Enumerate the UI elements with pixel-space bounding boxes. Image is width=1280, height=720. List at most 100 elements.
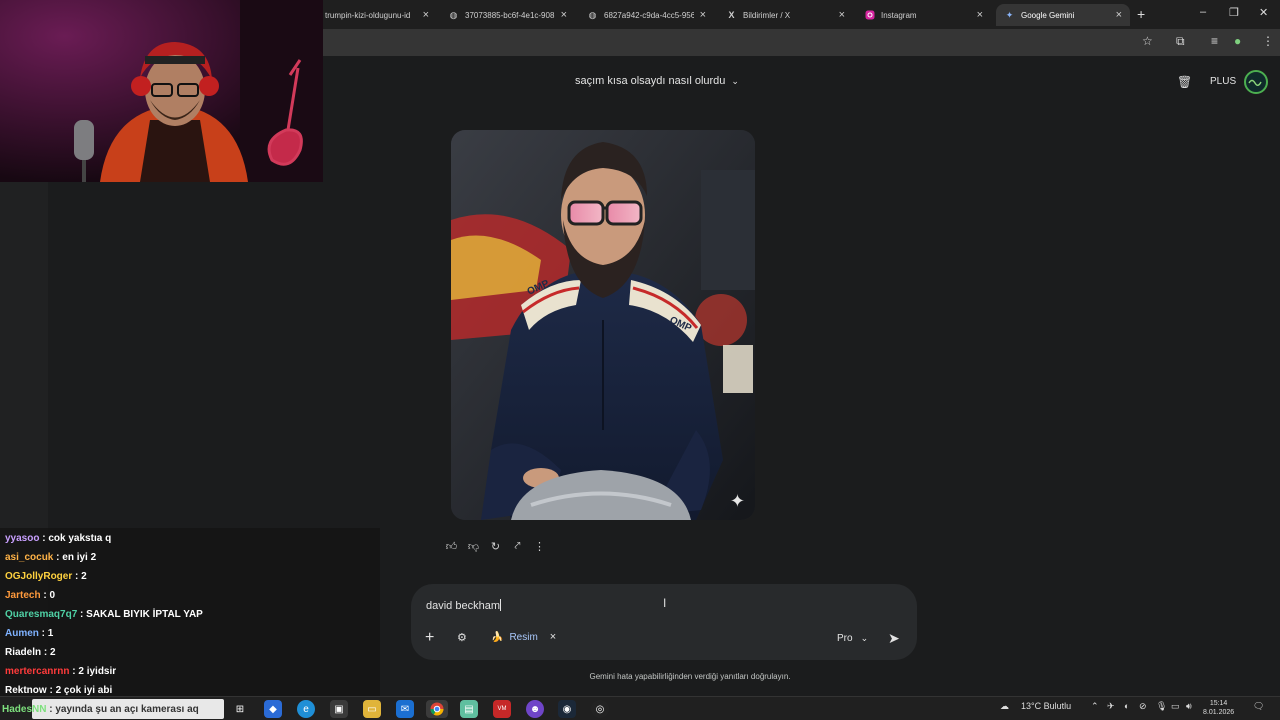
chat-message: yyasoo : cok yakstıa q (5, 533, 112, 544)
bookmark-star-icon[interactable]: ☆ (1142, 34, 1153, 48)
tab-close-icon[interactable]: × (561, 9, 567, 21)
text-caret (500, 599, 501, 611)
tab-trumpin[interactable]: trumpin-kizi-oldugunu-id × (317, 4, 437, 26)
add-attachment-button[interactable]: + (425, 629, 434, 647)
x-logo-icon: X (728, 10, 735, 20)
notepad-icon[interactable]: ▤ (460, 700, 478, 718)
notifications-icon[interactable]: 🗨 (1253, 701, 1264, 712)
chat-text: cok yakstıa q (48, 533, 112, 544)
conversation-title[interactable]: saçım kısa olsaydı nasıl olurdu ⌄ (575, 75, 739, 87)
webcam-feed (0, 0, 323, 182)
tab-close-icon[interactable]: × (1116, 9, 1122, 21)
profile-icon[interactable]: ● (1234, 34, 1241, 48)
tray-app-icon[interactable]: ✈ (1107, 701, 1115, 712)
chat-text: en iyi 2 (62, 552, 97, 563)
globe-icon: ◍ (588, 9, 597, 20)
thumbs-down-icon[interactable]: 👎︎ (467, 540, 480, 553)
file-explorer-icon[interactable]: ▭ (363, 700, 381, 718)
voicemeeter-icon[interactable]: VM (493, 700, 511, 718)
tab-37073885[interactable]: ◍ 37073885-bc6f-4e1c-908 × (440, 4, 575, 26)
tab-google-gemini[interactable]: ✦ Google Gemini × (996, 4, 1130, 26)
chat-message: Aumen : 1 (5, 628, 54, 639)
delete-chat-icon[interactable]: 🗑 (1177, 75, 1192, 89)
chat-message: Jartech : 0 (5, 590, 56, 601)
minimize-button[interactable]: – (1200, 6, 1206, 18)
steam-icon[interactable]: ◉ (558, 700, 576, 718)
extensions-icon[interactable]: ⧉ (1176, 34, 1185, 49)
generated-image[interactable]: OMP OMP ✦ (451, 130, 755, 520)
webcam-overlay (0, 0, 323, 182)
plan-badge: PLUS (1210, 76, 1237, 87)
sparkle-icon: ✦ (729, 491, 745, 511)
model-label: Pro (837, 633, 853, 644)
obs-icon[interactable]: ◎ (591, 700, 609, 718)
tab-close-icon[interactable]: × (700, 9, 706, 21)
tab-title: Bildirimler / X (743, 10, 791, 20)
tray-app-icon[interactable]: ◐ (1124, 701, 1129, 711)
generated-image-illustration: OMP OMP (451, 130, 755, 520)
tab-6827a942[interactable]: ◍ 6827a942-c9da-4cc5-956 × (579, 4, 714, 26)
chat-username: HadesNN (2, 704, 47, 715)
chat-message: Rektnow : 2 çok iyi abi (5, 685, 113, 696)
chat-username: Riadeln (5, 647, 42, 658)
copilot-icon[interactable]: ◆ (264, 700, 282, 718)
weather-text[interactable]: 13°C Bulutlu (1021, 701, 1071, 711)
prompt-input[interactable]: david beckham (426, 599, 501, 612)
tools-icon[interactable]: ⚙︎ (457, 631, 467, 644)
chat-username: Quaresmaq7q7 (5, 609, 78, 620)
media-controls-icon[interactable]: ≡ (1211, 34, 1218, 48)
tray-chevron-icon[interactable]: ⌃ (1091, 701, 1099, 712)
chat-username: asi_cocuk (5, 552, 54, 563)
tab-close-icon[interactable]: × (977, 9, 983, 21)
clock-time: 15:14 (1209, 700, 1228, 707)
tab-title: Google Gemini (1021, 10, 1075, 20)
outlook-icon[interactable]: ✉ (396, 700, 414, 718)
tab-bildirimler-x[interactable]: X Bildirimler / X × (718, 4, 853, 26)
share-icon[interactable]: ⤤ (511, 540, 524, 553)
browser-menu-icon[interactable]: ⋮ (1262, 34, 1274, 48)
conversation-title-text: saçım kısa olsaydı nasıl olurdu (575, 75, 726, 87)
chat-text: yayında şu an açı kamerası aq (55, 704, 199, 715)
clock[interactable]: 15:14 8.01.2026 (1203, 699, 1234, 717)
windows-taskbar: HadesNN : yayında şu an açı kamerası aq … (0, 696, 1280, 720)
gemini-icon: ✦ (1005, 9, 1014, 20)
text-cursor-icon: I (663, 596, 667, 610)
close-window-button[interactable]: ✕ (1259, 6, 1268, 19)
chat-text: 1 (47, 628, 54, 639)
stream-chat-overlay: yyasoo : cok yakstıa q asi_cocuk : en iy… (0, 528, 380, 696)
chat-text: 2 (50, 647, 56, 658)
edge-icon[interactable]: e (297, 700, 315, 718)
maximize-button[interactable]: ❐ (1229, 6, 1239, 19)
network-icon[interactable]: ▭ (1171, 701, 1180, 712)
model-selector[interactable]: Pro ⌄ (837, 633, 868, 644)
chip-remove-icon[interactable]: × (550, 631, 556, 643)
tab-title: 37073885-bc6f-4e1c-908 (465, 10, 555, 20)
chat-message: asi_cocuk : en iyi 2 (5, 552, 97, 563)
tab-close-icon[interactable]: × (423, 9, 429, 21)
tray-app-icon[interactable]: ⊘ (1139, 701, 1147, 712)
microphone-icon[interactable]: 🎙︎ (1156, 701, 1167, 712)
regenerate-icon[interactable]: ↻ (489, 540, 502, 553)
volume-icon[interactable]: 🔊︎ (1186, 701, 1192, 712)
new-tab-button[interactable]: + (1137, 6, 1145, 22)
task-view-icon[interactable]: ⊞ (231, 700, 249, 718)
store-icon[interactable]: ▣ (330, 700, 348, 718)
chat-username: OGJollyRoger (5, 571, 73, 582)
chat-text: 2 (81, 571, 87, 582)
image-tool-chip[interactable]: 🍌 Resim × (491, 631, 556, 643)
more-options-icon[interactable]: ⋮ (533, 540, 546, 553)
avatar[interactable] (1244, 70, 1268, 94)
avatar-logo-icon (1248, 79, 1262, 86)
discord-icon[interactable]: ☻ (526, 700, 544, 718)
chrome-icon[interactable] (426, 700, 448, 718)
tab-title: Instagram (881, 10, 917, 20)
tab-close-icon[interactable]: × (839, 9, 845, 21)
send-button[interactable]: ➤ (888, 630, 900, 647)
screen: trumpin-kizi-oldugunu-id × ◍ 37073885-bc… (0, 0, 1280, 720)
chevron-down-icon: ⌄ (860, 633, 869, 643)
thumbs-up-icon[interactable]: 👍︎ (445, 540, 458, 553)
chat-text: SAKAL BIYIK İPTAL YAP (86, 609, 203, 620)
tab-instagram[interactable]: Instagram × (856, 4, 991, 26)
weather-icon[interactable]: ☁ (1000, 701, 1009, 712)
chat-message: Riadeln : 2 (5, 647, 56, 658)
